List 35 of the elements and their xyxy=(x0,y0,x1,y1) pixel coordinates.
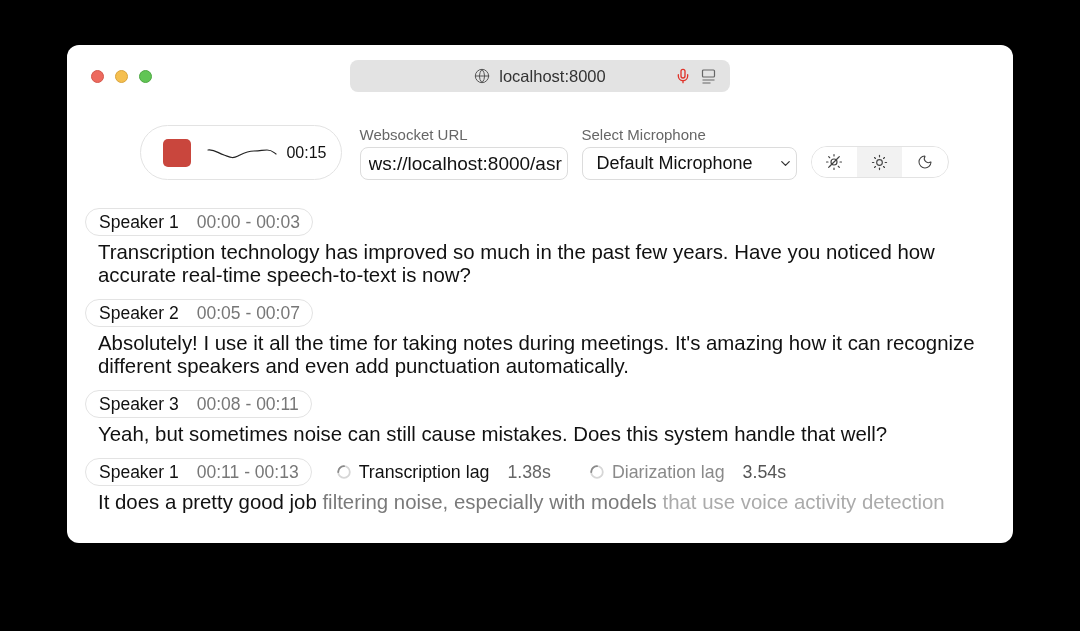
stop-button[interactable] xyxy=(162,138,191,167)
field-label: Select Microphone xyxy=(581,126,707,144)
layout-icon[interactable] xyxy=(701,68,716,84)
microphone-select[interactable]: Default Microphone xyxy=(581,147,797,180)
speaker-name: Speaker 1 xyxy=(99,460,179,484)
transcript-text: Absolutely! I use it all the time for taking notes during meetings. It's amazing how it can recognize different speakers and even add punctuation automatically. xyxy=(97,332,976,378)
spinner-icon xyxy=(589,465,604,479)
field-label: Websocket URL xyxy=(359,126,469,144)
diarization-lag-label: Diarization lag xyxy=(611,460,725,484)
speaker-name: Speaker 3 xyxy=(99,392,179,416)
light-theme-button[interactable] xyxy=(856,147,903,177)
time-range: 00:05 - 00:07 xyxy=(196,301,300,325)
speaker-name: Speaker 1 xyxy=(99,210,179,234)
diarization-lag-value: 3.54s xyxy=(742,460,787,484)
globe-icon xyxy=(474,68,491,84)
sun-icon xyxy=(871,153,888,171)
sun-slash-icon xyxy=(825,153,844,171)
time-range: 00:08 - 00:11 xyxy=(196,392,299,416)
maximize-button[interactable] xyxy=(139,69,152,83)
transcription-lag-label: Transcription lag xyxy=(358,460,490,484)
time-range: 00:00 - 00:03 xyxy=(196,210,300,234)
websocket-url-input[interactable]: ws://localhost:8000/asr xyxy=(359,147,568,180)
transcript-text: Transcription technology has improved so much in the past few years. Have you noticed how accurate real-time speech-to-text is now? xyxy=(97,241,936,287)
moon-icon xyxy=(916,154,933,170)
close-button[interactable] xyxy=(91,69,104,83)
address-text: localhost:8000 xyxy=(499,65,606,87)
transcription-lag-value: 1.38s xyxy=(507,460,551,484)
transcript-text: It does a pretty good job filtering noise, especially with models that use voice activity detection xyxy=(97,491,946,514)
microphone-icon[interactable] xyxy=(675,68,691,84)
transcript-text: Yeah, but sometimes noise can still cause mistakes. Does this system handle that well? xyxy=(97,423,889,446)
address-bar[interactable]: localhost:8000 xyxy=(350,60,730,92)
spinner-icon xyxy=(336,465,351,479)
speaker-name: Speaker 2 xyxy=(99,301,179,325)
elapsed-time: 00:15 xyxy=(286,142,327,163)
time-range: 00:11 - 00:13 xyxy=(196,460,299,484)
